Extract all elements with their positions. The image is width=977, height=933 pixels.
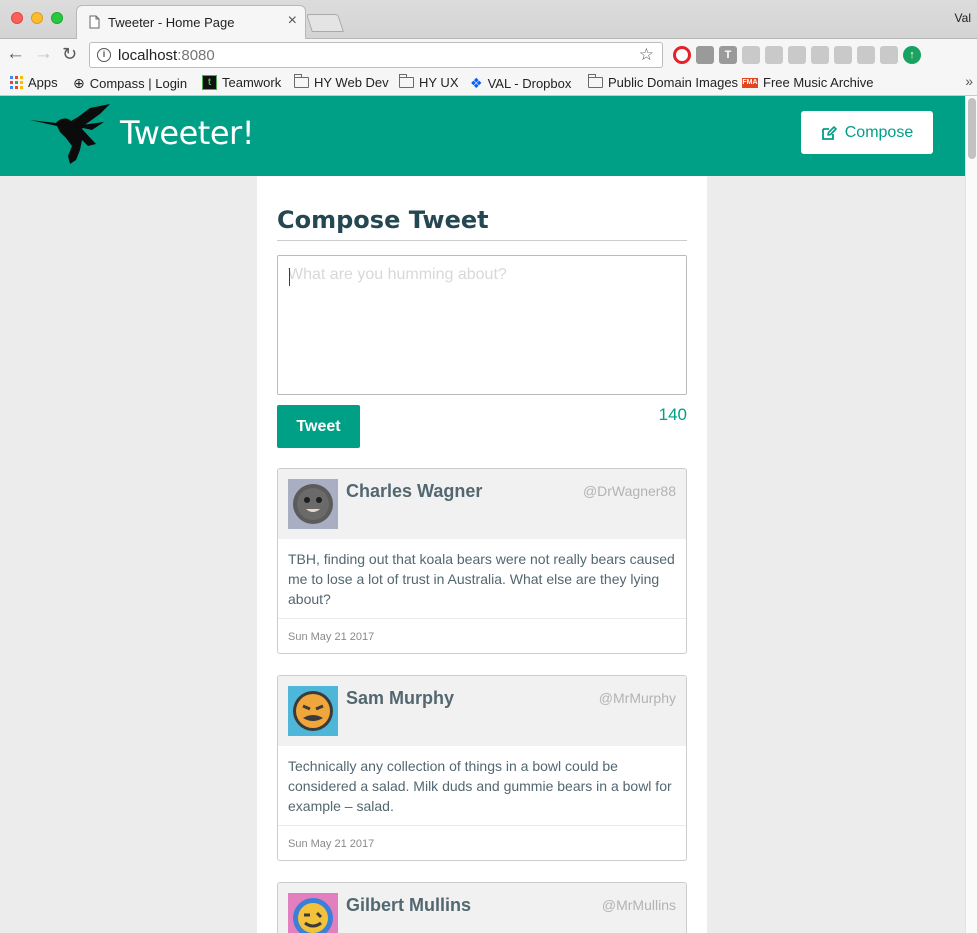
- text-extension-icon[interactable]: T: [719, 46, 737, 64]
- avatar[interactable]: [288, 686, 338, 736]
- tweet-author-name[interactable]: Gilbert Mullins: [346, 895, 471, 916]
- tweet-date: Sun May 21 2017: [288, 631, 375, 643]
- tweet-author-handle[interactable]: @MrMullins: [602, 897, 676, 913]
- bookmark-dropbox[interactable]: ❖ VAL - Dropbox: [470, 75, 571, 92]
- browser-tab[interactable]: Tweeter - Home Page ×: [76, 5, 306, 39]
- tweet-content: Technically any collection of things in …: [278, 746, 686, 826]
- teamwork-icon: t: [202, 75, 217, 90]
- tweet-author-name[interactable]: Charles Wagner: [346, 481, 482, 502]
- url-text[interactable]: localhost:8080: [118, 47, 215, 64]
- tab-title: Tweeter - Home Page: [108, 15, 235, 30]
- bookmark-star-icon[interactable]: ☆: [639, 45, 654, 65]
- profile-name[interactable]: Val: [955, 11, 971, 25]
- brand-title: Tweeter!: [120, 114, 255, 152]
- fma-icon: FMA: [742, 77, 758, 88]
- compass-icon: ⊕: [73, 75, 85, 91]
- folder-icon: [294, 74, 309, 88]
- tweet-card: Gilbert Mullins @MrMullins: [277, 882, 687, 933]
- compose-button-label: Compose: [844, 123, 914, 141]
- scrollbar-thumb[interactable]: [968, 98, 976, 159]
- close-tab-icon[interactable]: ×: [288, 12, 297, 30]
- bookmark-free-music-archive[interactable]: FMA Free Music Archive: [742, 75, 874, 90]
- bookmark-apps[interactable]: Apps: [10, 75, 58, 90]
- tab-strip: Tweeter - Home Page × Val: [0, 0, 977, 39]
- app-navbar: Tweeter! Compose: [0, 96, 965, 176]
- tweet-content: TBH, finding out that koala bears were n…: [278, 539, 686, 619]
- new-tab-button[interactable]: [306, 14, 344, 32]
- tweet-author-name[interactable]: Sam Murphy: [346, 688, 454, 709]
- compose-button[interactable]: Compose: [801, 111, 933, 154]
- opera-extension-icon[interactable]: [673, 46, 691, 64]
- close-window-button[interactable]: [11, 12, 23, 24]
- zoom-window-button[interactable]: [51, 12, 63, 24]
- tweet-header: Gilbert Mullins @MrMullins: [278, 883, 686, 933]
- apps-grid-icon: [10, 76, 23, 89]
- text-caret: [289, 268, 290, 286]
- window-extension-icon[interactable]: [880, 46, 898, 64]
- more-bookmarks-icon[interactable]: »: [965, 73, 973, 89]
- info-icon[interactable]: i: [97, 48, 111, 62]
- title-divider: [277, 240, 687, 241]
- bookmark-teamwork[interactable]: t Teamwork: [202, 75, 281, 90]
- bookmarks-bar: Apps ⊕ Compass | Login t Teamwork HY Web…: [0, 71, 977, 96]
- tweet-header: Charles Wagner @DrWagner88: [278, 469, 686, 539]
- browser-chrome: Tweeter - Home Page × Val ← → ↻ i localh…: [0, 0, 977, 96]
- tweet-header: Sam Murphy @MrMurphy: [278, 676, 686, 746]
- bookmark-public-domain-images[interactable]: Public Domain Images: [588, 74, 738, 90]
- page-viewport: Tweeter! Compose Compose Tweet Tweet 140: [0, 96, 965, 933]
- folder-icon: [399, 74, 414, 88]
- update-extension-icon[interactable]: ↑: [903, 46, 921, 64]
- avatar[interactable]: [288, 893, 338, 933]
- cast-icon[interactable]: [788, 46, 806, 64]
- film-extension-icon[interactable]: [834, 46, 852, 64]
- main-column: Compose Tweet Tweet 140 Charles Wagner @…: [257, 176, 707, 933]
- tab-extension-icon[interactable]: [811, 46, 829, 64]
- tweet-button[interactable]: Tweet: [277, 405, 360, 448]
- minimize-window-button[interactable]: [31, 12, 43, 24]
- hummingbird-logo-icon: [30, 104, 110, 164]
- reload-icon[interactable]: ↻: [62, 44, 77, 64]
- pocket-extension-icon[interactable]: [696, 46, 714, 64]
- character-counter: 140: [658, 405, 687, 424]
- skype-extension-icon[interactable]: [857, 46, 875, 64]
- bookmark-hy-ux[interactable]: HY UX: [399, 74, 459, 90]
- eyedropper-extension-icon[interactable]: [765, 46, 783, 64]
- tweet-card: Charles Wagner @DrWagner88 TBH, finding …: [277, 468, 687, 654]
- forward-arrow-icon[interactable]: →: [34, 44, 53, 64]
- edit-icon: [821, 125, 837, 140]
- tweet-card: Sam Murphy @MrMurphy Technically any col…: [277, 675, 687, 861]
- tweet-author-handle[interactable]: @DrWagner88: [583, 483, 676, 499]
- back-arrow-icon[interactable]: ←: [6, 44, 25, 64]
- tweet-date: Sun May 21 2017: [288, 838, 375, 850]
- bug-extension-icon[interactable]: [742, 46, 760, 64]
- tweet-input[interactable]: [277, 255, 687, 395]
- compose-title: Compose Tweet: [277, 206, 489, 234]
- bookmark-compass[interactable]: ⊕ Compass | Login: [73, 75, 187, 92]
- folder-icon: [588, 74, 603, 88]
- browser-toolbar: ← → ↻ i localhost:8080 ☆ T ↑: [0, 39, 977, 71]
- bookmark-hy-web-dev[interactable]: HY Web Dev: [294, 74, 389, 90]
- page-scrollbar[interactable]: [965, 96, 977, 933]
- dropbox-icon: ❖: [470, 75, 483, 91]
- address-bar[interactable]: i localhost:8080 ☆: [89, 42, 663, 68]
- tweet-author-handle[interactable]: @MrMurphy: [599, 690, 676, 706]
- avatar[interactable]: [288, 479, 338, 529]
- extension-icons: T ↑: [673, 44, 921, 66]
- document-icon: [89, 15, 100, 29]
